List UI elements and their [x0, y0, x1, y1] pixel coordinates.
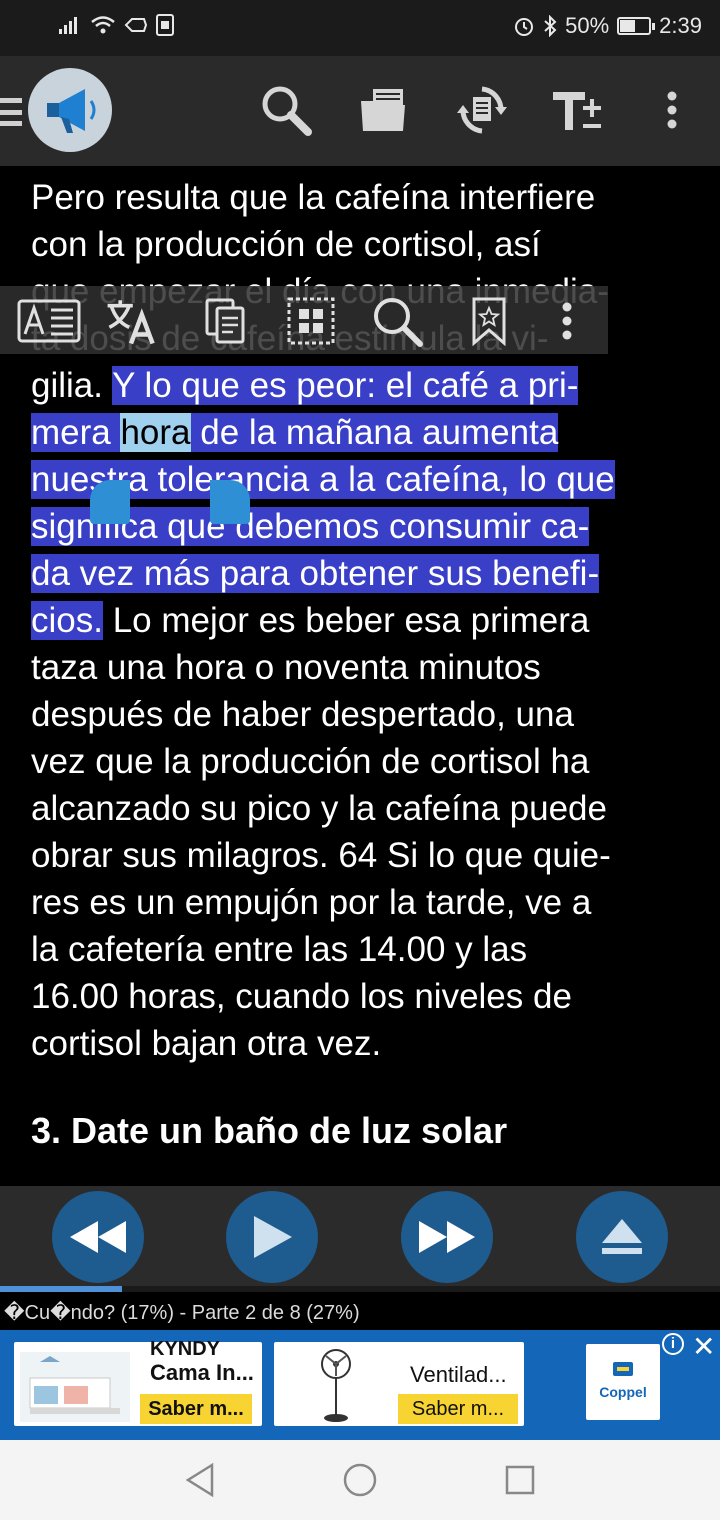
signal-icon	[59, 17, 77, 34]
translate-icon[interactable]	[104, 294, 158, 348]
megaphone-icon[interactable]	[28, 68, 112, 152]
fast-forward-icon	[419, 1221, 475, 1253]
ad-advertiser-logo[interactable]: Coppel	[586, 1344, 660, 1420]
section-heading: 3. Date un baño de luz solar	[31, 1110, 508, 1151]
clock: 2:39	[659, 13, 702, 38]
ad-banner[interactable]: KYNDY Cama In... Saber m... Ventilad... …	[0, 1330, 720, 1440]
rewind-button[interactable]	[52, 1191, 144, 1283]
text-line: 16.00 horas, cuando los niveles de	[31, 977, 572, 1016]
select-all-icon[interactable]	[284, 294, 338, 348]
menu-icon[interactable]	[0, 98, 22, 126]
rewind-icon	[70, 1221, 126, 1253]
ad-info-icon[interactable]: i	[662, 1333, 684, 1355]
eject-icon	[602, 1219, 642, 1254]
play-icon	[254, 1216, 292, 1258]
more-vert-icon[interactable]	[642, 80, 702, 140]
ad-title: Ventilad...	[410, 1362, 507, 1387]
text-segment: gilia.	[31, 366, 103, 405]
battery-icon	[617, 17, 656, 35]
more-vert-icon[interactable]	[540, 294, 594, 348]
ad-close-icon[interactable]: ✕	[692, 1330, 715, 1363]
ad-cta-button[interactable]: Saber m...	[140, 1394, 252, 1424]
text-line: mera hora de la mañana aumenta	[31, 411, 559, 455]
app-toolbar	[0, 56, 720, 166]
highlighted-text[interactable]: cios.	[31, 601, 103, 640]
usb-debug-icon	[124, 18, 148, 32]
highlighted-text[interactable]: mera	[31, 413, 121, 452]
screenshot-icon	[156, 14, 174, 36]
status-icons-left	[58, 14, 174, 36]
ad-card-fan[interactable]: Ventilad... Saber m...	[274, 1342, 524, 1426]
text-line: alcanzado su pico y la cafeína puede	[31, 789, 607, 828]
advertiser-name: Coppel	[599, 1384, 647, 1400]
text-line: da vez más para obtener sus benefi-	[31, 552, 600, 596]
media-controls	[0, 1186, 720, 1286]
ad-title: Cama In...	[150, 1360, 254, 1385]
battery-percent: 50%	[565, 13, 610, 38]
wifi-icon	[91, 16, 115, 34]
selected-word[interactable]: hora	[120, 413, 191, 452]
progress-fill	[0, 1286, 123, 1292]
play-button[interactable]	[226, 1191, 318, 1283]
selection-start-handle[interactable]	[90, 480, 130, 524]
text-line: cios. Lo mejor es beber esa primera	[31, 599, 589, 643]
text-line: gilia. Y lo que es peor: el café a pri-	[31, 364, 579, 408]
highlighted-text[interactable]: da vez más para obtener sus benefi-	[31, 554, 600, 593]
navigation-bar	[0, 1440, 720, 1520]
selection-toolbar	[0, 286, 608, 354]
copy-icon[interactable]	[198, 294, 252, 348]
text-line: Pero resulta que la cafeína interfiere	[31, 178, 596, 217]
highlighted-text[interactable]: Y lo que es peor: el café a pri-	[112, 366, 579, 405]
text-line: con la producción de cortisol, así	[31, 225, 541, 264]
reading-progress-bar[interactable]	[0, 1286, 720, 1292]
text-size-icon[interactable]	[546, 80, 606, 140]
coppel-logo-icon	[613, 1362, 633, 1376]
eject-button[interactable]	[576, 1191, 668, 1283]
ad-brand: KYNDY	[150, 1338, 221, 1360]
search-icon[interactable]	[370, 294, 424, 348]
status-icons-right: 50% 2:39	[513, 13, 702, 39]
folder-icon[interactable]	[354, 80, 414, 140]
home-icon[interactable]	[342, 1462, 378, 1498]
text-line: taza una hora o noventa minutos	[31, 648, 541, 687]
status-bar: 50% 2:39	[0, 0, 720, 56]
fan-product-image	[321, 1349, 351, 1422]
recents-icon[interactable]	[502, 1462, 538, 1498]
alarm-icon	[515, 18, 534, 36]
ad-card-bed[interactable]: KYNDY Cama In... Saber m...	[14, 1338, 262, 1426]
highlighted-text[interactable]: de la mañana aumenta	[190, 413, 559, 452]
selection-end-handle[interactable]	[210, 480, 250, 524]
bluetooth-icon	[544, 15, 557, 37]
text-line: vez que la producción de cortisol ha	[31, 742, 590, 781]
reader-mode-icon[interactable]	[16, 294, 82, 348]
back-icon[interactable]	[182, 1462, 218, 1498]
text-line: obrar sus milagros. 64 Si lo que quie-	[31, 836, 611, 875]
text-line: res es un empujón por la tarde, ve a	[31, 883, 592, 922]
text-line: después de haber despertado, una	[31, 695, 574, 734]
search-icon[interactable]	[256, 80, 316, 140]
text-line: la cafetería entre las 14.00 y las	[31, 930, 528, 969]
text-segment: Lo mejor es beber esa primera	[102, 601, 590, 640]
sync-icon[interactable]	[452, 80, 512, 140]
bed-product-image	[20, 1352, 130, 1422]
ad-cta-button[interactable]: Saber m...	[398, 1394, 518, 1424]
text-line: cortisol bajan otra vez.	[31, 1024, 382, 1063]
bookmark-icon[interactable]	[462, 294, 516, 348]
progress-label: �Cu�ndo? (17%) - Parte 2 de 8 (27%)	[4, 1302, 360, 1324]
fast-forward-button[interactable]	[401, 1191, 493, 1283]
